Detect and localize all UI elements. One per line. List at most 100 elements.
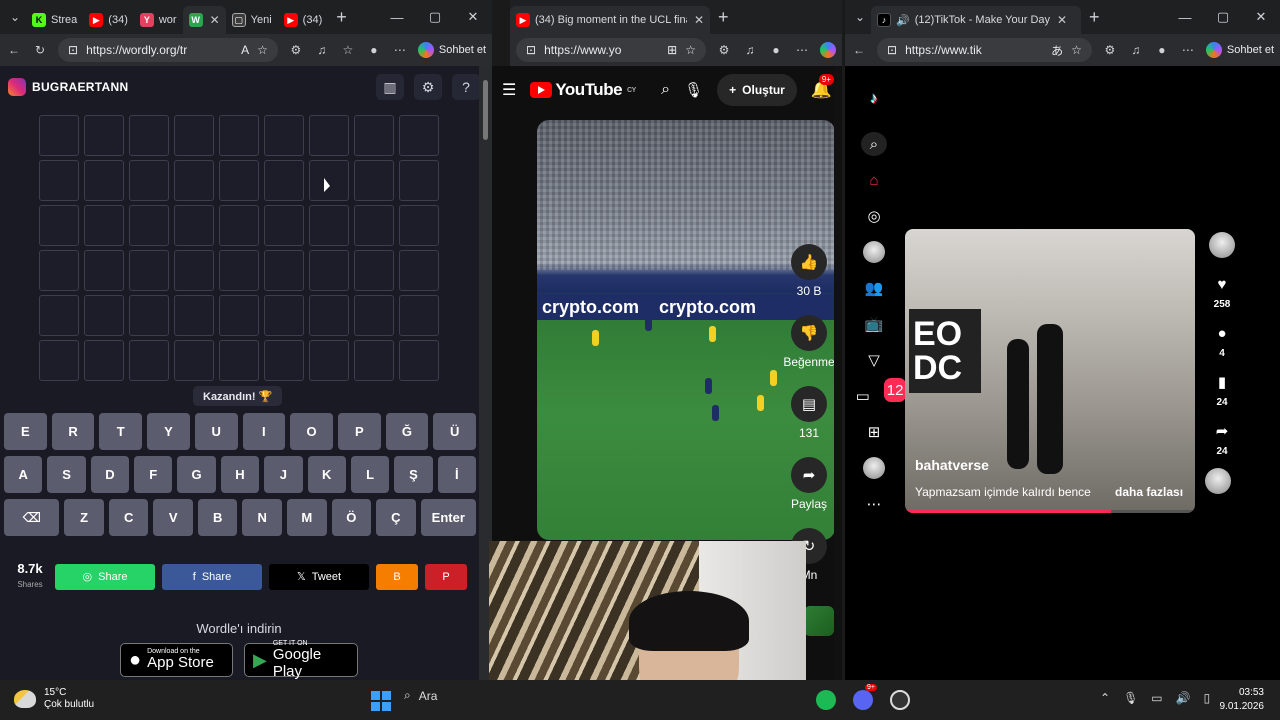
key-y[interactable]: Y [147, 413, 190, 450]
refresh-icon[interactable]: ↻ [32, 43, 48, 57]
key-c[interactable]: C [108, 499, 149, 536]
video-progress-bar[interactable] [905, 510, 1195, 513]
twitter-tweet-button[interactable]: 𝕏 Tweet [269, 563, 369, 590]
music-icon[interactable]: ♫ [742, 43, 758, 57]
key-e[interactable]: E [4, 413, 47, 450]
new-tab-button[interactable]: + [1081, 7, 1108, 28]
profile-icon[interactable]: ● [1154, 43, 1170, 57]
translate-icon[interactable]: あ [1051, 42, 1063, 59]
notifications-bell-icon[interactable]: 🔔 9+ [811, 74, 834, 100]
back-icon[interactable]: ← [6, 43, 22, 57]
network-icon[interactable]: ▭ [1151, 691, 1162, 705]
key-r[interactable]: R [51, 413, 95, 450]
favorite-star-icon[interactable]: ☆ [1071, 43, 1082, 57]
live-tv-icon[interactable]: 📺 [861, 312, 887, 336]
tab-1[interactable]: K Strea [26, 6, 83, 34]
close-tab-icon[interactable]: ✕ [210, 13, 220, 27]
youtube-tab[interactable]: ▶ (34) Big moment in the UCL finall ✕ [510, 6, 710, 34]
close-tab-icon[interactable]: ✕ [1057, 13, 1067, 27]
favorites-icon[interactable]: ☆ [340, 43, 356, 57]
new-tab-button[interactable]: + [328, 7, 355, 28]
copilot-button[interactable]: Sohbet et [417, 42, 486, 58]
whatsapp-share-button[interactable]: ◎ Share [55, 563, 155, 590]
backspace-key[interactable]: ⌫ [4, 499, 60, 536]
key-l[interactable]: L [350, 456, 390, 493]
volume-icon[interactable]: 🔊 [1176, 691, 1191, 705]
read-aloud-icon[interactable]: ⊞ [667, 43, 677, 57]
url-field[interactable]: ⊡ https://wordly.org/tr A ☆ [58, 38, 278, 62]
back-icon[interactable]: ← [851, 43, 867, 57]
enter-key[interactable]: Enter [420, 499, 476, 536]
speaker-icon[interactable]: 🔊 [896, 14, 910, 27]
key-t[interactable]: T [99, 413, 143, 450]
settings-gear-icon[interactable]: ⚙ [414, 74, 442, 100]
key-g[interactable]: G [177, 456, 216, 493]
like-action[interactable]: 👍 30 B [777, 244, 841, 298]
more-menu-icon[interactable]: ⋯ [392, 43, 408, 57]
tab-5[interactable]: ▢ Yeni [226, 6, 278, 34]
more-dots-icon[interactable]: ⋯ [861, 492, 887, 516]
spotify-icon[interactable] [816, 690, 836, 710]
url-field[interactable]: ⊡ https://www.yo ⊞ ☆ [516, 38, 706, 62]
music-icon[interactable]: ♫ [1128, 43, 1144, 57]
taskbar-search[interactable]: ⌕ Ara [404, 688, 437, 703]
discord-icon[interactable]: 9+ [853, 684, 877, 710]
search-icon[interactable]: ⌕ [861, 132, 887, 156]
tiktok-video[interactable]: EO DC bahatverse Yapmazsam içimde kalırd… [905, 229, 1195, 513]
key-u[interactable]: U [194, 413, 238, 450]
upload-plus-icon[interactable]: ⊞ [861, 420, 887, 444]
key-ö[interactable]: Ö [331, 499, 372, 536]
comments-action[interactable]: ▤ 131 [777, 386, 841, 440]
sound-avatar[interactable] [1205, 468, 1239, 494]
key-m[interactable]: M [287, 499, 327, 536]
key-ğ[interactable]: Ğ [385, 413, 429, 450]
tiktok-logo-icon[interactable]: ♪ [861, 86, 887, 110]
microphone-icon[interactable]: 🎙 [1123, 691, 1138, 705]
comment-action[interactable]: ● 4 [1205, 321, 1239, 360]
close-tab-icon[interactable]: ✕ [694, 13, 704, 27]
facebook-share-button[interactable]: f Share [162, 563, 262, 590]
tab-6[interactable]: ▶ (34) [278, 6, 329, 34]
following-avatar-icon[interactable] [861, 240, 887, 264]
youtube-scrollbar[interactable] [834, 66, 842, 680]
start-button-icon[interactable] [371, 691, 391, 711]
sound-thumbnail[interactable] [804, 606, 834, 636]
new-tab-button[interactable]: + [710, 7, 737, 28]
messages-send-icon[interactable]: ▽ [861, 348, 887, 372]
clock[interactable]: 03:53 9.01.2026 [1212, 686, 1265, 714]
app-store-button[interactable]: ● Download on the App Store [120, 643, 233, 677]
tiktok-tab[interactable]: ♪ 🔊 (12)TikTok - Make Your Day ✕ [871, 6, 1081, 34]
video-username[interactable]: bahatverse [915, 457, 989, 473]
friends-icon[interactable]: 👥 [861, 276, 887, 300]
tab-actions-icon[interactable]: ⌄ [4, 6, 26, 28]
weather-widget[interactable]: 15°C Çok bulutlu [14, 687, 94, 711]
extensions-icon[interactable]: ⚙ [1102, 43, 1118, 57]
microphone-icon[interactable]: 🎙 [684, 81, 703, 99]
key-ü[interactable]: Ü [433, 413, 477, 450]
tab-4-active[interactable]: W ✕ [182, 6, 226, 34]
dislike-action[interactable]: 👎 Beğenme [777, 315, 841, 369]
save-action[interactable]: ▮ 24 [1205, 370, 1239, 408]
extensions-icon[interactable]: ⚙ [288, 43, 304, 57]
profile-icon[interactable]: ● [768, 43, 784, 57]
close-window-icon[interactable]: ✕ [454, 9, 492, 25]
favorite-star-icon[interactable]: ☆ [685, 43, 696, 57]
scrollbar-thumb[interactable] [483, 80, 488, 140]
close-window-icon[interactable]: ✕ [1242, 9, 1280, 25]
obs-icon[interactable] [890, 690, 910, 710]
like-action[interactable]: ♥ 258 [1205, 272, 1239, 311]
site-info-icon[interactable]: ⊡ [526, 43, 536, 57]
key-n[interactable]: N [242, 499, 283, 536]
caption-more-link[interactable]: daha fazlası [1115, 485, 1183, 499]
minimize-icon[interactable]: — [378, 10, 416, 25]
key-k[interactable]: K [307, 456, 346, 493]
music-icon[interactable]: ♫ [314, 43, 330, 57]
key-d[interactable]: D [90, 456, 130, 493]
creator-avatar[interactable] [1205, 232, 1239, 258]
google-play-button[interactable]: ▶ GET IT ON Google Play [244, 640, 358, 679]
hamburger-menu-icon[interactable]: ☰ [502, 80, 516, 100]
key-ç[interactable]: Ç [376, 499, 416, 536]
more-menu-icon[interactable]: ⋯ [794, 43, 810, 57]
key-i̇[interactable]: İ [437, 456, 476, 493]
tray-overflow-icon[interactable]: ⌃ [1100, 691, 1110, 705]
